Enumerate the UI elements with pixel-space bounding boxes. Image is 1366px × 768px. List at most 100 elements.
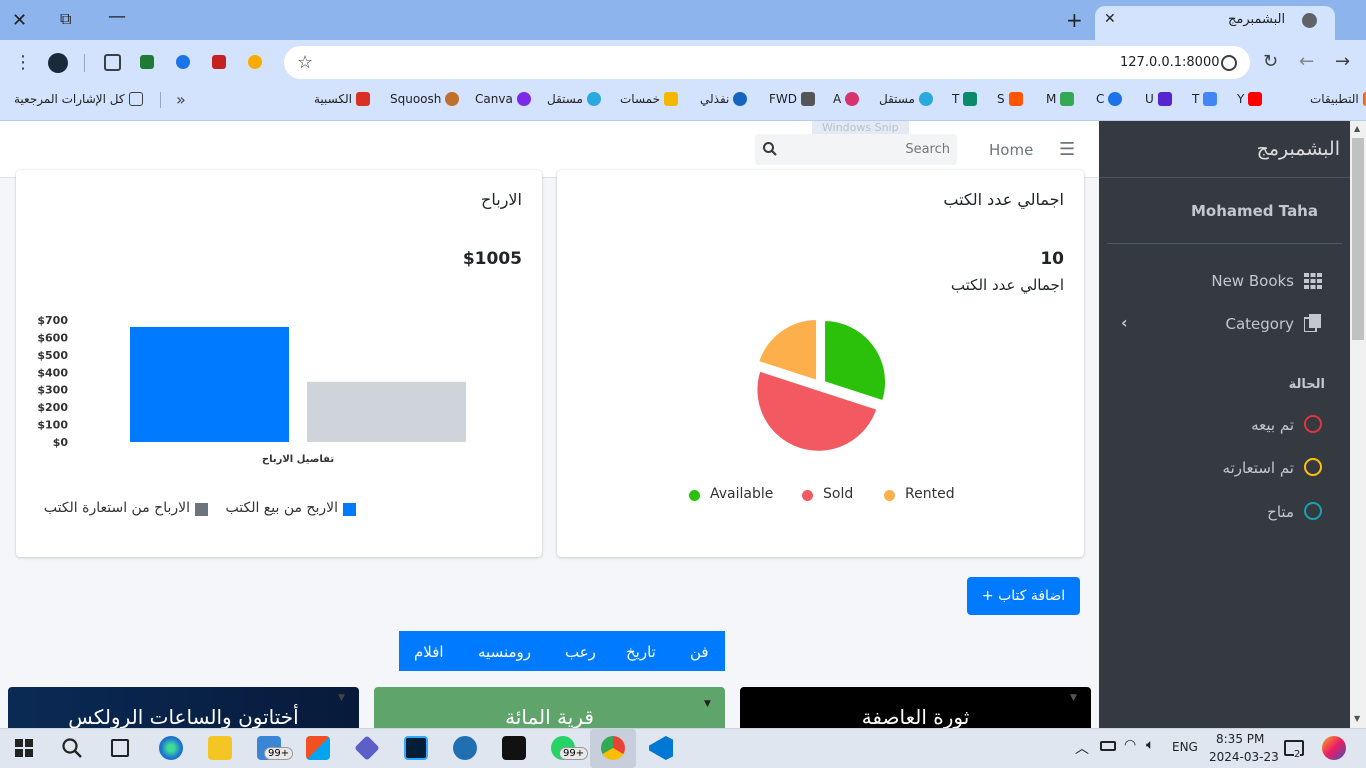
restore-window-icon[interactable]: ⧉: [60, 9, 71, 29]
bookmark-label: A: [833, 92, 842, 106]
bookmark-star-icon[interactable]: ☆: [297, 52, 313, 73]
extensions-icon[interactable]: [104, 54, 121, 71]
bookmark-t[interactable]: T: [952, 92, 978, 106]
battery-icon[interactable]: [1100, 741, 1116, 751]
sidebar-brand[interactable]: البشمبرمج: [1110, 138, 1340, 160]
sidebar-status-available[interactable]: متاح: [1180, 503, 1294, 521]
mail-badge: 99+: [264, 747, 294, 760]
copilot-tray-icon[interactable]: [1322, 736, 1346, 760]
caret-down-icon[interactable]: ▼: [338, 693, 345, 703]
book-card[interactable]: ثورة العاصفة ▼: [740, 687, 1091, 728]
bookmark-youtube[interactable]: Y: [1237, 92, 1263, 106]
snip-overlay-text: Windows Snip: [812, 121, 909, 134]
clock-date[interactable]: 2024-03-23: [1209, 750, 1279, 764]
capcut-icon[interactable]: [502, 736, 526, 760]
book-card[interactable]: أختاتون والساعات الرولكس ▼: [8, 687, 359, 728]
active-tab[interactable]: [1095, 6, 1335, 40]
bookmark-kasbia[interactable]: الكسبية: [314, 92, 370, 106]
pie-slice-rented[interactable]: [756, 317, 819, 383]
bookmark-khamsat[interactable]: خمسات: [620, 92, 679, 106]
bookmark-fwd[interactable]: FWD: [769, 92, 816, 106]
tab-horror[interactable]: رعب: [565, 643, 596, 661]
address-bar[interactable]: [284, 46, 1250, 79]
volume-icon[interactable]: 🔈︎: [1146, 737, 1154, 753]
hamburger-icon[interactable]: ☰: [1059, 139, 1075, 160]
book-card[interactable]: قرية المائة ▼: [374, 687, 725, 728]
bookmark-label: مستقل: [879, 92, 915, 106]
sidebar-status-rented[interactable]: تم استعارته: [1180, 459, 1294, 477]
mostaql-icon: [586, 92, 601, 106]
caret-down-icon[interactable]: ▼: [704, 699, 711, 709]
extension-arrows-icon[interactable]: [248, 55, 262, 69]
profit-bar-chart: $0 $100 $200 $300 $400 $500 $600 $700 تفاصيل الا…: [37, 314, 466, 465]
bookmark-soundcloud[interactable]: S: [997, 92, 1023, 106]
bookmark-a[interactable]: A: [833, 92, 860, 106]
tab-history[interactable]: تاريخ: [626, 643, 656, 661]
profile-avatar[interactable]: [48, 53, 68, 73]
back-icon[interactable]: ←: [1299, 51, 1314, 72]
sidebar-status-header: الحالة: [1288, 377, 1325, 392]
chrome-icon[interactable]: [601, 736, 625, 760]
tab-favicon-icon: [1302, 13, 1317, 28]
bookmark-squoosh[interactable]: Squoosh: [390, 92, 460, 106]
pie-slice-available[interactable]: [823, 319, 888, 403]
bookmark-u[interactable]: U: [1145, 92, 1172, 106]
sidebar-item-new-books[interactable]: New Books: [1150, 272, 1294, 290]
minimize-window-icon[interactable]: —: [108, 6, 126, 27]
bookmark-translate[interactable]: T: [1192, 92, 1218, 106]
bookmark-canva[interactable]: Canva: [475, 92, 531, 106]
bookmark-c[interactable]: C: [1096, 92, 1123, 106]
add-book-button[interactable]: + اضافة كتاب: [967, 577, 1080, 615]
tab-art[interactable]: فن: [690, 643, 709, 661]
extension-excel-icon[interactable]: [140, 55, 154, 69]
home-link[interactable]: Home: [989, 141, 1033, 159]
edge-icon[interactable]: [159, 736, 183, 760]
scrollbar-thumb[interactable]: [1352, 138, 1364, 340]
tab-romance[interactable]: رومنسيه: [478, 643, 531, 661]
extension-screen-icon[interactable]: [212, 55, 226, 69]
chevron-left-icon[interactable]: ‹: [1121, 313, 1128, 332]
scroll-down-icon[interactable]: ▼: [1354, 714, 1360, 723]
all-bookmarks[interactable]: كل الإشارات المرجعية: [14, 92, 143, 106]
url-text[interactable]: 127.0.0.1:8000: [1120, 55, 1220, 70]
file-explorer-icon[interactable]: [208, 736, 232, 760]
task-view-icon[interactable]: [111, 739, 129, 757]
book-title: ثورة العاصفة: [861, 705, 970, 728]
sidebar-user-name[interactable]: Mohamed Taha: [1150, 202, 1318, 220]
reload-icon[interactable]: ↻: [1263, 51, 1278, 72]
clock-time[interactable]: 8:35 PM: [1216, 732, 1264, 746]
wifi-icon[interactable]: ◠: [1124, 737, 1136, 753]
bookmark-apps[interactable]: التطبيقات: [1310, 92, 1366, 106]
caret-down-icon[interactable]: ▼: [1070, 693, 1077, 703]
tray-chevron-up-icon[interactable]: ︿: [1075, 738, 1089, 758]
store-icon[interactable]: [306, 736, 330, 760]
bar-rent[interactable]: [307, 381, 466, 442]
extension-globe-icon[interactable]: [176, 55, 190, 69]
close-window-icon[interactable]: ✕: [12, 10, 27, 31]
menu-dots-icon[interactable]: ⋮: [14, 52, 32, 73]
search-input[interactable]: [780, 136, 950, 163]
bookmark-m[interactable]: M: [1046, 92, 1075, 106]
sidebar-item-category[interactable]: Category: [1150, 315, 1294, 333]
more-bookmarks-icon[interactable]: »: [176, 90, 186, 109]
taskbar-search-icon[interactable]: [61, 737, 83, 759]
bookmark-mostaql-2[interactable]: مستقل: [547, 92, 601, 106]
language-indicator[interactable]: ENG: [1172, 740, 1198, 754]
bar-sales[interactable]: [130, 326, 289, 442]
close-tab-icon[interactable]: ✕: [1104, 11, 1116, 27]
photoshop-icon[interactable]: [404, 736, 428, 760]
video-editor-icon[interactable]: [453, 736, 477, 760]
sidebar-status-sold[interactable]: تم بيعه: [1180, 416, 1294, 434]
site-info-icon[interactable]: [1221, 55, 1237, 71]
c-icon: [1108, 92, 1123, 106]
status-circle-teal-icon: [1304, 502, 1322, 520]
bookmark-mostaql-1[interactable]: مستقل: [879, 92, 933, 106]
new-tab-icon[interactable]: +: [1066, 8, 1083, 32]
tab-movies[interactable]: افلام: [414, 643, 444, 661]
bookmark-nafzly[interactable]: نفذلي: [700, 92, 748, 106]
forward-icon[interactable]: →: [1335, 51, 1350, 72]
search-icon[interactable]: [762, 141, 778, 157]
windows-start-icon[interactable]: [15, 739, 33, 757]
a-icon: [845, 92, 860, 106]
scroll-up-icon[interactable]: ▲: [1354, 124, 1360, 133]
